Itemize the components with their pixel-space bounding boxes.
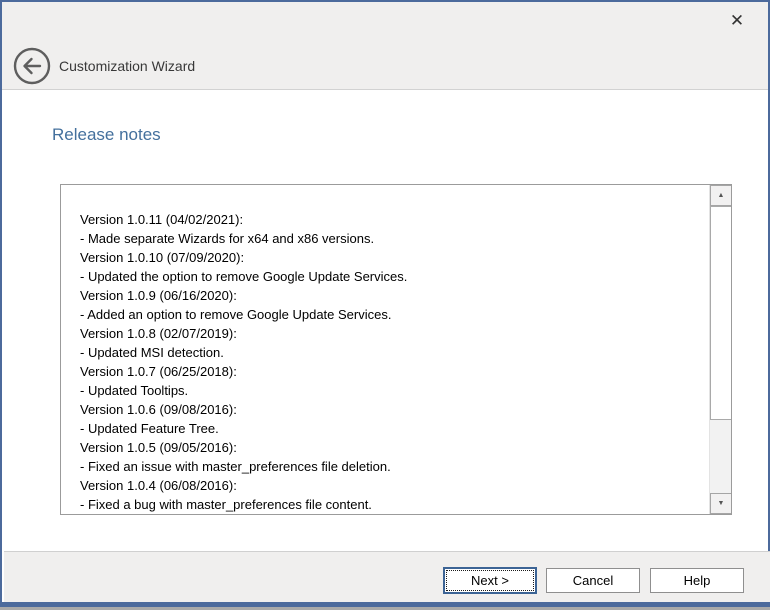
release-notes-line: - Updated Tooltips.	[80, 381, 702, 400]
wizard-header: ✕ Customization Wizard	[2, 2, 768, 90]
back-button[interactable]	[12, 46, 52, 86]
close-icon[interactable]: ✕	[724, 8, 750, 34]
window-title: Customization Wizard	[59, 58, 195, 74]
release-notes-line: - Updated MSI detection.	[80, 343, 702, 362]
release-notes-line: - Fixed a bug with master_preferences fi…	[80, 495, 702, 514]
vertical-scrollbar[interactable]: ▲ ▼	[709, 185, 731, 514]
scroll-up-button[interactable]: ▲	[710, 185, 732, 206]
back-arrow-icon	[12, 46, 52, 86]
release-notes-line: Version 1.0.5 (09/05/2016):	[80, 438, 702, 457]
release-notes-line: Version 1.0.7 (06/25/2018):	[80, 362, 702, 381]
next-button[interactable]: Next >	[443, 567, 537, 594]
page-title: Release notes	[52, 125, 161, 145]
release-notes-line: Version 1.0.6 (09/08/2016):	[80, 400, 702, 419]
release-notes-line: Version 1.0.9 (06/16/2020):	[80, 286, 702, 305]
release-notes-line: - Added an option to remove Google Updat…	[80, 305, 702, 324]
release-notes-line: Version 1.0.11 (04/02/2021):	[80, 210, 702, 229]
release-notes-box[interactable]: Version 1.0.11 (04/02/2021):- Made separ…	[60, 184, 732, 515]
scrollbar-thumb[interactable]	[710, 206, 732, 420]
release-notes-line: Version 1.0.4 (06/08/2016):	[80, 476, 702, 495]
help-button[interactable]: Help	[650, 568, 744, 593]
release-notes-line: - Updated the option to remove Google Up…	[80, 267, 702, 286]
release-notes-line: - Updated Feature Tree.	[80, 419, 702, 438]
footer: Next > Cancel Help	[4, 552, 770, 604]
release-notes-line: - Made separate Wizards for x64 and x86 …	[80, 229, 702, 248]
cancel-button[interactable]: Cancel	[546, 568, 640, 593]
release-notes-line: - Fixed an issue with master_preferences…	[80, 457, 702, 476]
release-notes-line: Version 1.0.10 (07/09/2020):	[80, 248, 702, 267]
release-notes-line: Version 1.0.8 (02/07/2019):	[80, 324, 702, 343]
release-notes-text: Version 1.0.11 (04/02/2021):- Made separ…	[61, 185, 708, 514]
scroll-down-button[interactable]: ▼	[710, 493, 732, 514]
wizard-window: ✕ Customization Wizard Release notes Ver…	[0, 0, 770, 602]
